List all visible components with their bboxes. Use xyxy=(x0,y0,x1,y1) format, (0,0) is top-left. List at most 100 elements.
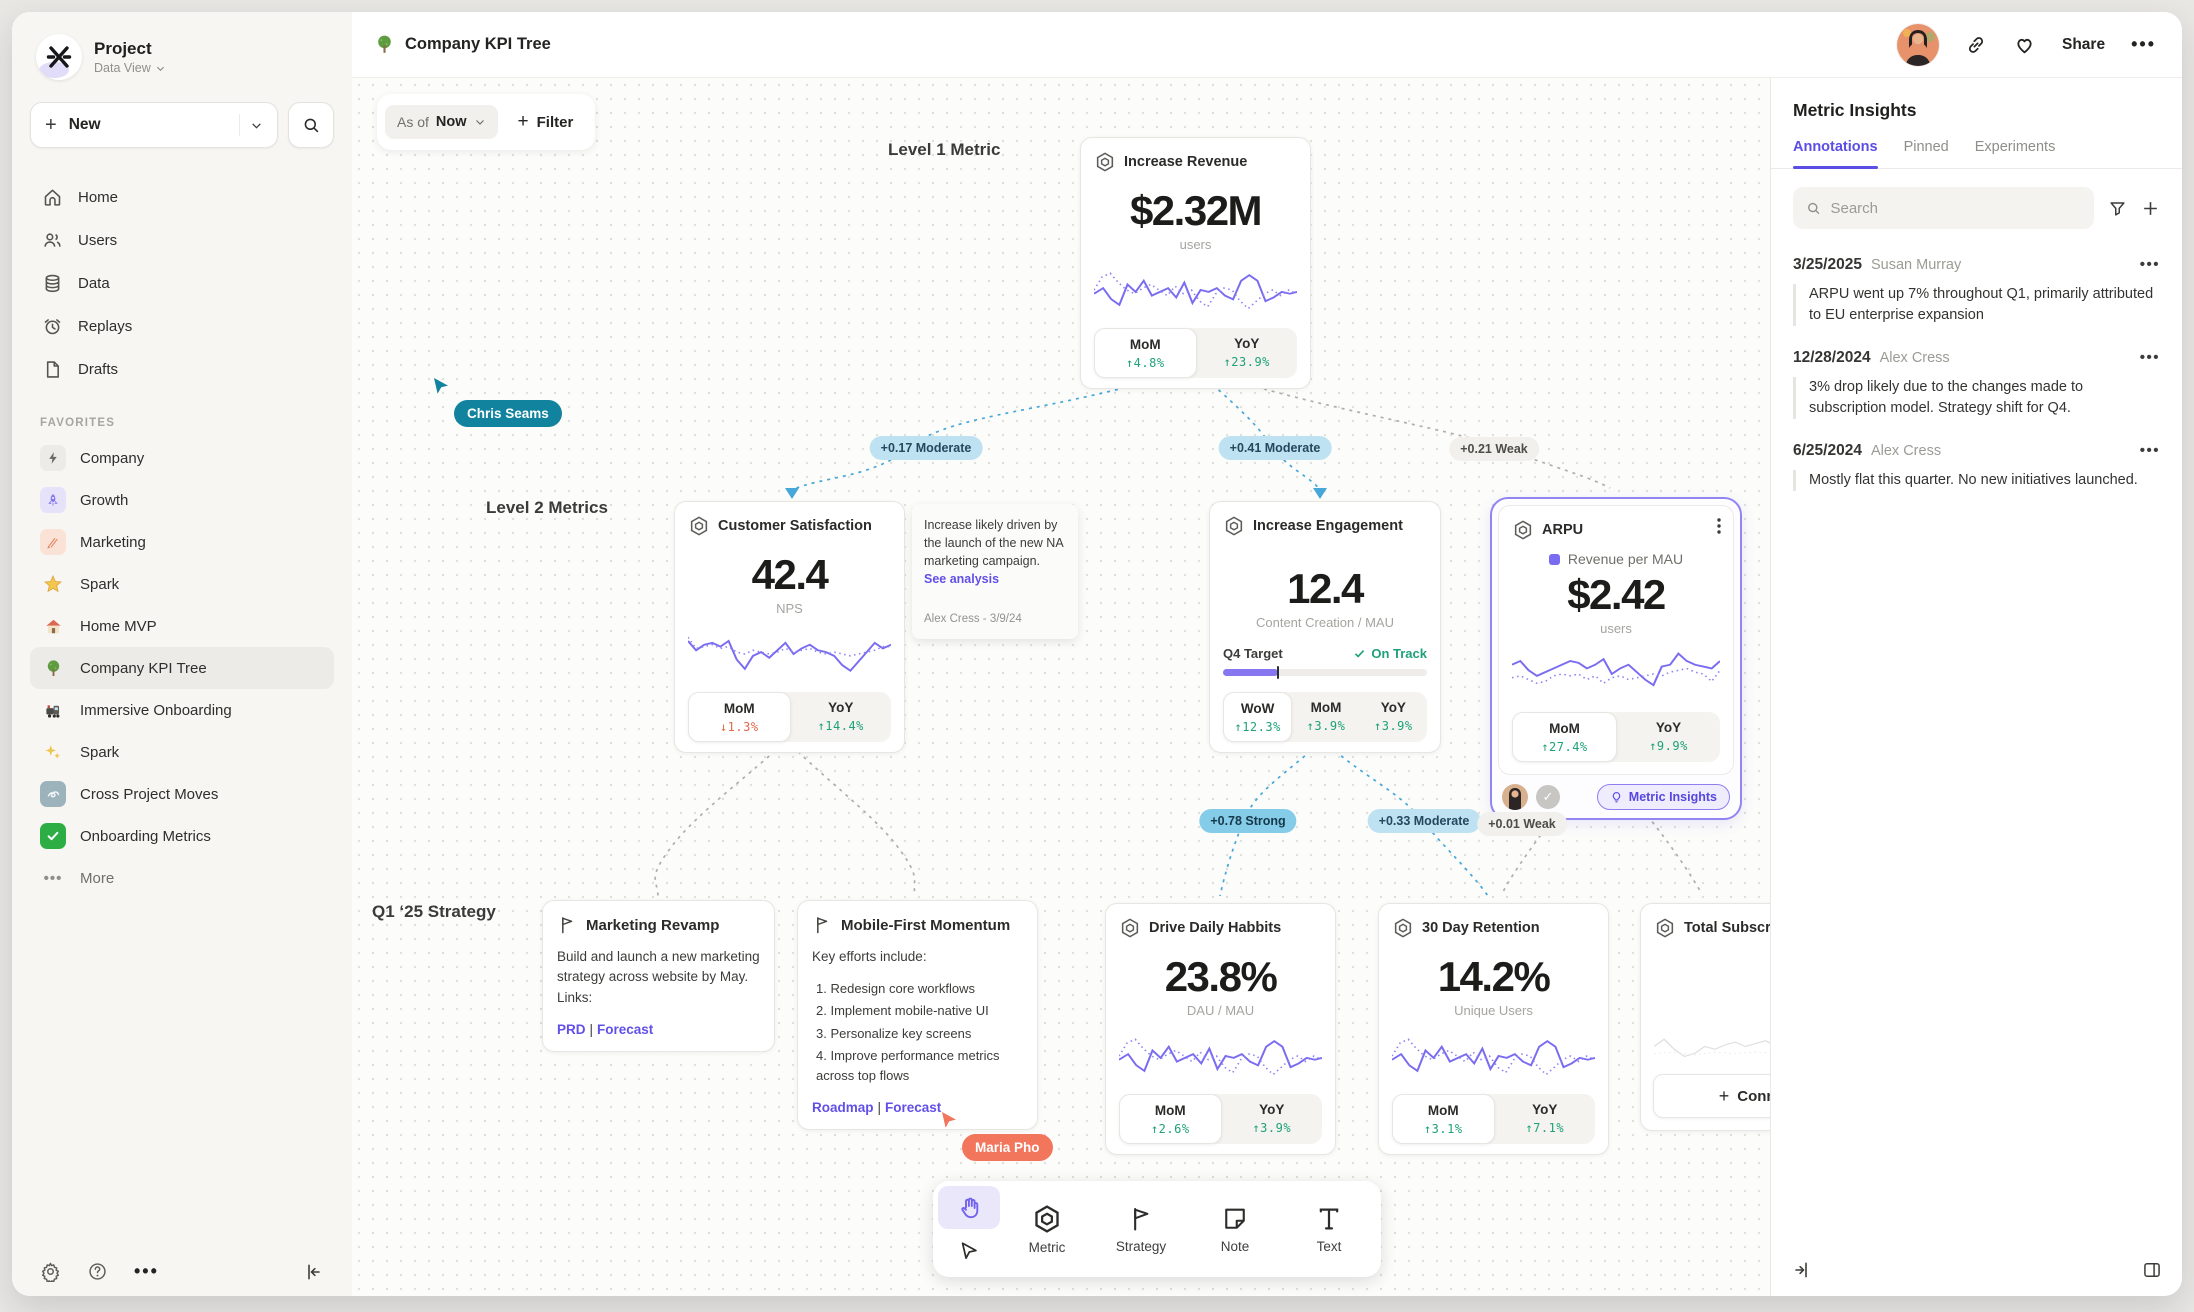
project-view-switcher[interactable]: Data View xyxy=(94,61,166,75)
stat-cell[interactable]: YoY ↑3.9% xyxy=(1360,692,1427,742)
stat-cell[interactable]: YoY ↑14.4% xyxy=(791,692,892,742)
metric-insights-badge[interactable]: Metric Insights xyxy=(1597,784,1730,810)
overflow-menu-icon[interactable]: ••• xyxy=(2131,34,2156,55)
hand-tool[interactable] xyxy=(938,1186,1000,1229)
strategy-tool[interactable]: Strategy xyxy=(1094,1186,1188,1272)
metric-card-increase-revenue[interactable]: Increase Revenue $2.32M users MoM ↑4.8% xyxy=(1080,137,1311,389)
stat-cell[interactable]: MoM ↑2.6% xyxy=(1119,1094,1222,1144)
annotation-item[interactable]: 3/25/2025 Susan Murray ••• ARPU went up … xyxy=(1771,239,2182,332)
ellipsis-icon: ••• xyxy=(40,865,66,891)
strategy-card-mobile-first-momentum[interactable]: Mobile-First Momentum Key efforts includ… xyxy=(797,900,1038,1130)
sidebar-item-spark-2[interactable]: Spark xyxy=(30,731,334,773)
tab-annotations[interactable]: Annotations xyxy=(1793,139,1878,168)
favorite-label: More xyxy=(80,870,114,887)
canvas-toolbar: As of Now + Filter xyxy=(377,94,595,150)
metric-card-customer-satisfaction[interactable]: Customer Satisfaction 42.4 NPS MoM ↓1.3% xyxy=(674,501,905,753)
annotation-author: Alex Cress xyxy=(1871,443,1941,459)
new-button[interactable]: + New xyxy=(30,102,278,148)
forecast-link[interactable]: Forecast xyxy=(597,1022,653,1037)
chevron-down-icon[interactable] xyxy=(250,119,263,132)
sidebar-item-cross-project-moves[interactable]: Cross Project Moves xyxy=(30,773,334,815)
sidebar-item-onboarding-metrics[interactable]: Onboarding Metrics xyxy=(30,815,334,857)
forecast-link[interactable]: Forecast xyxy=(885,1100,941,1115)
tab-pinned[interactable]: Pinned xyxy=(1904,139,1949,168)
more-icon[interactable]: ••• xyxy=(134,1261,159,1282)
metric-card-increase-engagement[interactable]: Increase Engagement 12.4 Content Creatio… xyxy=(1209,501,1441,753)
text-icon xyxy=(1315,1205,1343,1233)
search-button[interactable] xyxy=(288,102,334,148)
verified-check-icon: ✓ xyxy=(1536,785,1560,809)
sidebar-item-drafts[interactable]: Drafts xyxy=(30,348,334,391)
metric-unit: Unique Users xyxy=(1392,1003,1595,1018)
sidebar-item-spark[interactable]: Spark xyxy=(30,563,334,605)
stat-cell[interactable]: MoM ↑4.8% xyxy=(1094,328,1197,378)
favorite-label: Growth xyxy=(80,492,128,509)
metric-card-30-day-retention[interactable]: 30 Day Retention 14.2% Unique Users MoM … xyxy=(1378,903,1609,1155)
annotation-menu-icon[interactable]: ••• xyxy=(2140,349,2160,366)
see-analysis-link[interactable]: See analysis xyxy=(924,570,1066,588)
star-icon xyxy=(40,571,66,597)
sidebar-item-replays[interactable]: Replays xyxy=(30,305,334,348)
kpi-tree-canvas[interactable]: As of Now + Filter Level 1 Metric Level … xyxy=(352,78,1770,1296)
stat-cell[interactable]: MoM ↑27.4% xyxy=(1512,712,1617,762)
series-legend-swatch xyxy=(1549,554,1560,565)
annotation-menu-icon[interactable]: ••• xyxy=(2140,256,2160,273)
stat-cell[interactable]: YoY ↑9.9% xyxy=(1617,712,1720,762)
sidebar-item-company[interactable]: Company xyxy=(30,437,334,479)
note-tool[interactable]: Note xyxy=(1188,1186,1282,1272)
settings-gear-icon[interactable] xyxy=(40,1261,61,1282)
strategy-card-marketing-revamp[interactable]: Marketing Revamp Build and launch a new … xyxy=(542,900,775,1052)
sidebar-item-growth[interactable]: Growth xyxy=(30,479,334,521)
stat-cell[interactable]: MoM ↑3.9% xyxy=(1292,692,1359,742)
select-tool[interactable] xyxy=(938,1229,1000,1272)
filter-button[interactable]: + Filter xyxy=(504,102,588,142)
annotation-item[interactable]: 6/25/2024 Alex Cress ••• Mostly flat thi… xyxy=(1771,425,2182,497)
stat-cell[interactable]: MoM ↑3.1% xyxy=(1392,1094,1495,1144)
text-tool[interactable]: Text xyxy=(1282,1186,1376,1272)
project-subtitle: Data View xyxy=(94,61,151,75)
stat-cell[interactable]: MoM ↓1.3% xyxy=(688,692,791,742)
add-annotation-icon[interactable] xyxy=(2141,199,2160,218)
metric-tool[interactable]: Metric xyxy=(1000,1186,1094,1272)
annotation-note-card[interactable]: Increase likely driven by the launch of … xyxy=(912,504,1078,639)
metric-card-drive-daily-habbits[interactable]: Drive Daily Habbits 23.8% DAU / MAU MoM … xyxy=(1105,903,1336,1155)
roadmap-link[interactable]: Roadmap xyxy=(812,1100,874,1115)
search-input[interactable] xyxy=(1830,200,2081,217)
sidebar-item-label: Home xyxy=(78,189,118,206)
card-menu-icon[interactable] xyxy=(1717,518,1721,539)
sidebar-item-marketing[interactable]: Marketing xyxy=(30,521,334,563)
help-icon[interactable] xyxy=(87,1261,108,1282)
sidebar-item-home-mvp[interactable]: Home MVP xyxy=(30,605,334,647)
avatar[interactable] xyxy=(1897,24,1939,66)
sidebar-item-immersive-onboarding[interactable]: Immersive Onboarding xyxy=(30,689,334,731)
favorite-heart-icon[interactable] xyxy=(2013,33,2036,56)
tab-experiments[interactable]: Experiments xyxy=(1975,139,2056,168)
metric-card-arpu-selected[interactable]: ARPU Revenue per MAU $2.42 users xyxy=(1490,497,1742,820)
annotation-item[interactable]: 12/28/2024 Alex Cress ••• 3% drop likely… xyxy=(1771,332,2182,425)
connect-data-button[interactable]: + Connec xyxy=(1653,1074,1770,1118)
layout-panel-icon[interactable] xyxy=(2142,1260,2162,1280)
stat-cell[interactable]: YoY ↑23.9% xyxy=(1197,328,1298,378)
annotation-menu-icon[interactable]: ••• xyxy=(2140,442,2160,459)
stat-cell[interactable]: YoY ↑3.9% xyxy=(1222,1094,1323,1144)
filter-funnel-icon[interactable] xyxy=(2108,199,2127,218)
metric-card-total-subscriptions[interactable]: Total Subscript + Connec xyxy=(1640,903,1770,1131)
prd-link[interactable]: PRD xyxy=(557,1022,586,1037)
collapse-panel-icon[interactable] xyxy=(1791,1260,1811,1280)
sidebar-item-more[interactable]: ••• More xyxy=(30,857,334,899)
sidebar-item-data[interactable]: Data xyxy=(30,262,334,305)
stat-cell[interactable]: YoY ↑7.1% xyxy=(1495,1094,1596,1144)
annotation-search[interactable] xyxy=(1793,187,2094,229)
copy-link-icon[interactable] xyxy=(1965,34,1987,56)
favorites-heading: FAVORITES xyxy=(40,417,334,429)
stat-cell[interactable]: WoW ↑12.3% xyxy=(1223,692,1292,742)
as-of-dropdown[interactable]: As of Now xyxy=(385,105,498,139)
sidebar-item-home[interactable]: Home xyxy=(30,176,334,219)
share-button[interactable]: Share xyxy=(2062,36,2105,54)
annotation-date: 3/25/2025 xyxy=(1793,256,1862,274)
sidebar-item-company-kpi-tree[interactable]: Company KPI Tree xyxy=(30,647,334,689)
sidebar-item-users[interactable]: Users xyxy=(30,219,334,262)
project-header[interactable]: Project Data View xyxy=(30,34,334,80)
collapse-sidebar-icon[interactable] xyxy=(304,1262,324,1282)
stat-label: MoM xyxy=(1122,1103,1219,1118)
